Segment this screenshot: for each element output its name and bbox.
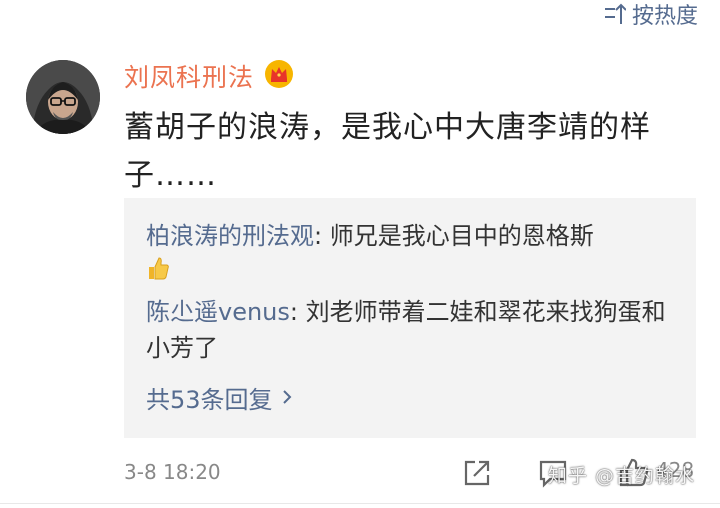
comment-page: 按热度 刘凤科刑法 蓄胡子的浪涛，是我心中大唐李靖的样子…… 柏浪涛的刑法观: …: [0, 0, 720, 508]
crown-icon: [264, 59, 294, 93]
watermark: 知乎 @吉约翰水: [548, 465, 696, 487]
chevron-right-icon: [281, 384, 293, 412]
more-replies-label: 共53条回复: [146, 386, 273, 414]
replies-box[interactable]: 柏浪涛的刑法观: 师兄是我心目中的恩格斯 陈尐遥venus: 刘老师带着二娃和翠…: [124, 198, 696, 438]
sort-icon: [604, 2, 626, 26]
thumbs-up-icon: [146, 255, 170, 291]
share-icon[interactable]: [462, 458, 492, 492]
reply-item[interactable]: 陈尐遥venus: 刘老师带着二娃和翠花来找狗蛋和小芳了: [146, 294, 686, 366]
avatar[interactable]: [26, 60, 100, 134]
reply-text: : 师兄是我心目中的恩格斯: [314, 222, 594, 250]
username-row: 刘凤科刑法: [124, 58, 294, 94]
divider: [0, 503, 720, 504]
sort-by-hot-button[interactable]: 按热度: [604, 0, 698, 29]
reply-item[interactable]: 柏浪涛的刑法观: 师兄是我心目中的恩格斯: [146, 218, 686, 291]
comment-text: 蓄胡子的浪涛，是我心中大唐李靖的样子……: [124, 110, 651, 193]
view-more-replies-link[interactable]: 共53条回复: [146, 380, 293, 415]
reply-author[interactable]: 陈尐遥venus: [146, 298, 290, 326]
timestamp: 3-8 18:20: [124, 460, 221, 484]
reply-author[interactable]: 柏浪涛的刑法观: [146, 222, 314, 250]
sort-label: 按热度: [631, 4, 698, 29]
username[interactable]: 刘凤科刑法: [124, 58, 254, 94]
